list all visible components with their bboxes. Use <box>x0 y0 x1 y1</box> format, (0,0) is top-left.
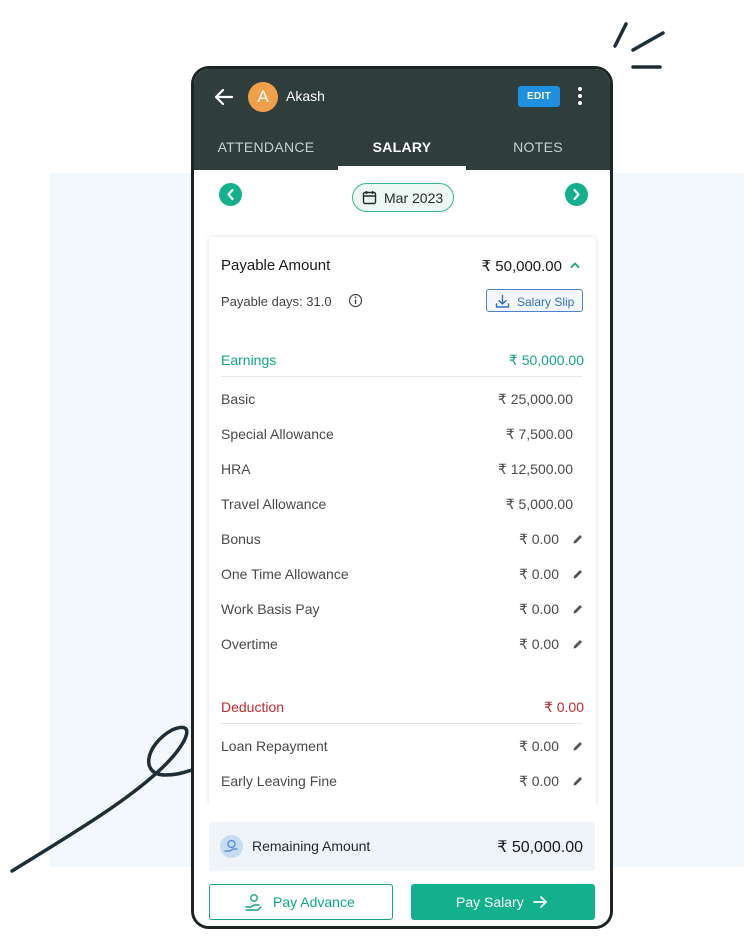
download-icon <box>495 294 510 308</box>
avatar: A <box>248 82 278 112</box>
remaining-amount-bar: Remaining Amount ₹ 50,000.00 <box>209 822 595 871</box>
earning-value: ₹ 25,000.00 <box>497 391 573 407</box>
edit-pencil-icon[interactable] <box>572 568 584 580</box>
cash-hand-icon <box>245 894 262 911</box>
payable-amount-value: ₹ 50,000.00 <box>481 258 562 275</box>
earning-label: One Time Allowance <box>221 566 349 582</box>
salary-slip-label: Salary Slip <box>517 295 575 309</box>
month-selector[interactable]: Mar 2023 <box>352 183 454 212</box>
deduction-total: ₹ 0.00 <box>543 699 584 715</box>
earning-value: ₹ 0.00 <box>518 636 559 652</box>
tab-notes[interactable]: NOTES <box>466 139 610 170</box>
earning-value: ₹ 0.00 <box>518 566 559 582</box>
chevron-left-icon <box>227 188 234 201</box>
calendar-icon <box>362 191 377 205</box>
deduction-value: ₹ 0.00 <box>518 773 559 789</box>
edit-pencil-icon[interactable] <box>572 740 584 752</box>
edit-pencil-icon[interactable] <box>572 638 584 650</box>
pay-advance-button[interactable]: Pay Advance <box>209 884 393 920</box>
earning-value: ₹ 7,500.00 <box>505 426 573 442</box>
earning-label: Overtime <box>221 636 278 652</box>
earning-label: Special Allowance <box>221 426 334 442</box>
money-hand-icon <box>220 835 243 858</box>
chevron-up-icon[interactable] <box>569 259 581 271</box>
salary-card: Payable Amount ₹ 50,000.00 Payable days:… <box>209 237 596 807</box>
earning-value: ₹ 5,000.00 <box>505 496 573 512</box>
active-tab-indicator <box>338 166 466 170</box>
earning-label: HRA <box>221 461 251 477</box>
pay-salary-label: Pay Salary <box>456 894 524 910</box>
divider <box>221 723 582 724</box>
pay-salary-button[interactable]: Pay Salary <box>411 884 595 920</box>
earnings-title: Earnings <box>221 352 277 368</box>
edit-pencil-icon[interactable] <box>572 775 584 787</box>
payable-amount-title: Payable Amount <box>221 257 331 274</box>
tab-attendance[interactable]: ATTENDANCE <box>194 139 338 170</box>
remaining-amount-value: ₹ 50,000.00 <box>497 839 583 856</box>
pay-advance-label: Pay Advance <box>273 894 355 910</box>
phone-frame: A Akash EDIT ATTENDANCE SALARY NOTES Mar… <box>191 66 613 929</box>
remaining-amount-label: Remaining Amount <box>252 838 371 854</box>
payable-days: Payable days: 31.0 <box>221 294 332 309</box>
deduction-label: Early Leaving Fine <box>221 773 337 789</box>
deduction-title: Deduction <box>221 699 285 715</box>
earning-value: ₹ 0.00 <box>518 601 559 617</box>
edit-pencil-icon[interactable] <box>572 603 584 615</box>
earning-value: ₹ 12,500.00 <box>497 461 573 477</box>
footer-bar: Remaining Amount ₹ 50,000.00 Pay Advance… <box>194 803 610 926</box>
deduction-value: ₹ 0.00 <box>518 738 559 754</box>
tab-bar: ATTENDANCE SALARY NOTES <box>194 133 610 170</box>
earning-value: ₹ 0.00 <box>518 531 559 547</box>
earning-label: Travel Allowance <box>221 496 327 512</box>
back-arrow-icon[interactable] <box>212 85 236 109</box>
arrow-right-icon <box>533 896 547 908</box>
employee-name: Akash <box>286 88 325 104</box>
more-options-icon[interactable] <box>573 85 587 109</box>
earning-label: Work Basis Pay <box>221 601 320 617</box>
month-label: Mar 2023 <box>384 190 444 206</box>
edit-button[interactable]: EDIT <box>518 86 560 107</box>
earning-label: Basic <box>221 391 256 407</box>
app-header: A Akash EDIT ATTENDANCE SALARY NOTES <box>194 69 610 170</box>
salary-slip-button[interactable]: Salary Slip <box>486 289 583 312</box>
deduction-label: Loan Repayment <box>221 738 328 754</box>
prev-month-button[interactable] <box>219 183 242 206</box>
chevron-right-icon <box>573 188 580 201</box>
divider <box>221 376 582 377</box>
info-icon[interactable] <box>348 293 363 308</box>
edit-pencil-icon[interactable] <box>572 533 584 545</box>
earning-label: Bonus <box>221 531 261 547</box>
next-month-button[interactable] <box>565 183 588 206</box>
earnings-total: ₹ 50,000.00 <box>508 352 584 368</box>
